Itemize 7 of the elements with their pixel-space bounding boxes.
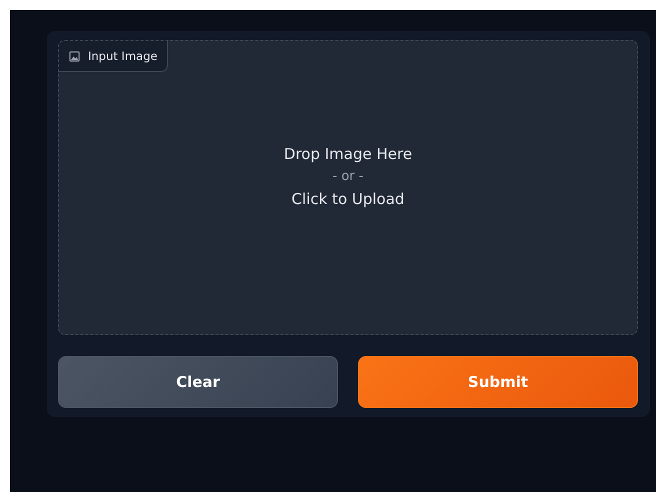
upload-link[interactable]: Click to Upload [292, 190, 404, 208]
or-text: - or - [332, 169, 364, 184]
drop-text: Drop Image Here [284, 145, 412, 163]
image-icon [69, 50, 80, 62]
clear-button[interactable]: Clear [58, 356, 338, 408]
label-text: Input Image [88, 49, 158, 63]
image-drop-area[interactable]: Input Image Drop Image Here - or - Click to Upload [58, 40, 638, 335]
